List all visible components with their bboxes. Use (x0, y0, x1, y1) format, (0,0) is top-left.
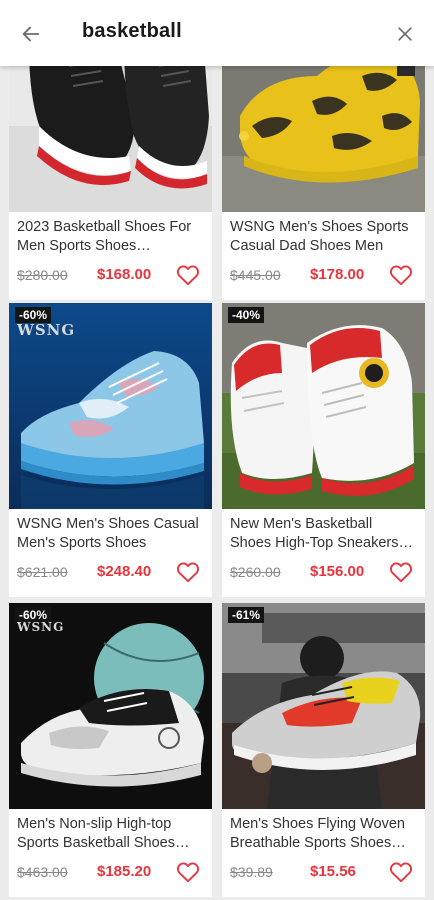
heart-icon[interactable] (388, 262, 414, 288)
product-title[interactable]: Men's Shoes Flying Woven Breathable Spor… (230, 815, 416, 852)
sale-price: $15.56 (310, 863, 356, 880)
product-image[interactable]: -60% WSNG (9, 303, 212, 509)
price-row: $280.00 $168.00 (17, 264, 207, 288)
product-title[interactable]: 2023 Basketball Shoes For Men Sports Sho… (17, 218, 203, 255)
product-image[interactable]: -60% WSNG (9, 603, 212, 809)
product-image[interactable]: -61% (222, 603, 425, 809)
brand-watermark: WSNG (17, 620, 65, 634)
price-row: $621.00 $248.40 (17, 561, 207, 585)
product-image[interactable]: -40% (222, 303, 425, 509)
search-results-screen: 2023 Basketball Shoes For Men Sports Sho… (0, 0, 434, 900)
product-card[interactable]: -40% New Men's Basketball Shoes High-Top… (222, 303, 425, 597)
search-header: basketball (0, 0, 434, 66)
sale-price: $248.40 (97, 563, 152, 580)
search-query[interactable]: basketball (82, 20, 182, 43)
heart-icon[interactable] (388, 859, 414, 885)
product-card[interactable]: -60% WSNG WSNG Men's Shoes Casual Men's … (9, 303, 212, 597)
price-row: $445.00 $178.00 (230, 264, 420, 288)
heart-icon[interactable] (175, 262, 201, 288)
discount-badge: -40% (228, 307, 265, 323)
arrow-left-icon (22, 26, 40, 42)
heart-icon[interactable] (388, 559, 414, 585)
product-title[interactable]: New Men's Basketball Shoes High-Top Snea… (230, 515, 416, 552)
sale-price: $168.00 (97, 266, 152, 283)
original-price: $445.00 (230, 267, 281, 283)
original-price: $280.00 (17, 267, 68, 283)
product-card[interactable]: -60% WSNG Men's Non-slip High-top Sports… (9, 603, 212, 897)
price-row: $260.00 $156.00 (230, 561, 420, 585)
original-price: $260.00 (230, 564, 281, 580)
sale-price: $185.20 (97, 863, 152, 880)
sale-price: $156.00 (310, 563, 365, 580)
heart-icon[interactable] (175, 559, 201, 585)
discount-badge: -61% (228, 607, 265, 623)
close-icon (398, 27, 412, 41)
product-title[interactable]: WSNG Men's Shoes Casual Men's Sports Sho… (17, 515, 203, 552)
product-title[interactable]: WSNG Men's Shoes Sports Casual Dad Shoes… (230, 218, 416, 255)
brand-watermark: WSNG (17, 321, 76, 339)
product-title[interactable]: Men's Non-slip High-top Sports Basketbal… (17, 815, 203, 852)
product-card[interactable]: -61% Men's Shoes Flying Woven Breathable… (222, 603, 425, 897)
price-row: $39.89 $15.56 (230, 861, 420, 885)
original-price: $463.00 (17, 864, 68, 880)
original-price: $621.00 (17, 564, 68, 580)
original-price: $39.89 (230, 864, 273, 880)
sale-price: $178.00 (310, 266, 365, 283)
price-row: $463.00 $185.20 (17, 861, 207, 885)
heart-icon[interactable] (175, 859, 201, 885)
back-button[interactable] (14, 17, 48, 51)
clear-search-button[interactable] (388, 17, 422, 51)
